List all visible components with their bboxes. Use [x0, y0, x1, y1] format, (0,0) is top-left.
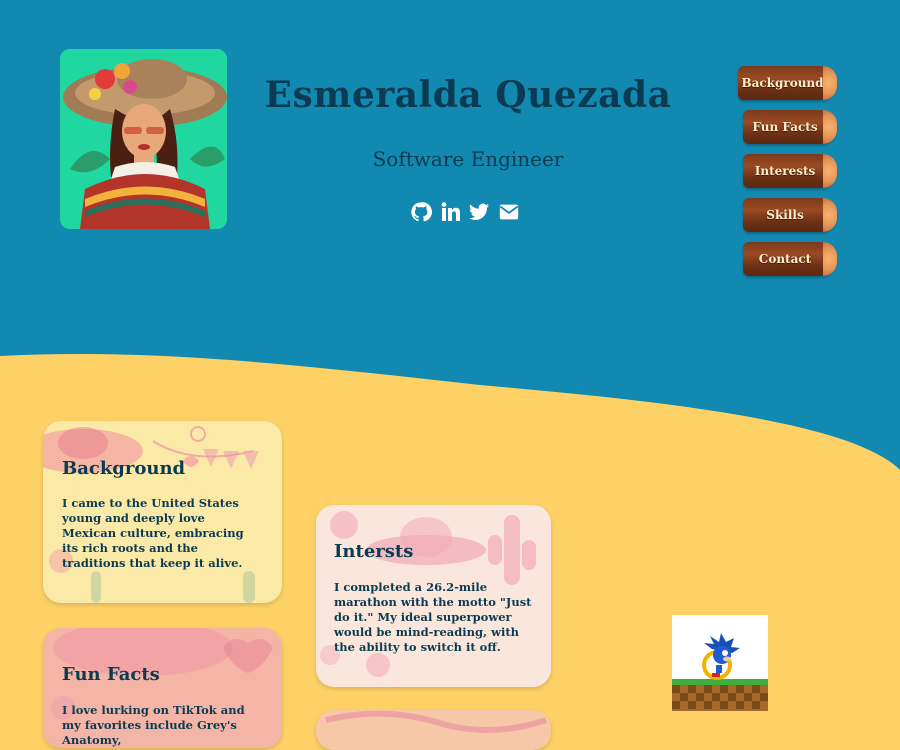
nav-skills-button[interactable]: Skills — [743, 198, 837, 232]
card-text: I completed a 26.2-mile marathon with th… — [334, 580, 532, 654]
avatar — [60, 49, 227, 229]
card-text: I love lurking on TikTok and my favorite… — [62, 703, 245, 747]
page-title: Esmeralda Quezada — [264, 74, 672, 116]
skills-card — [316, 710, 551, 750]
nav-label: Background — [741, 76, 824, 90]
twitter-icon[interactable] — [468, 201, 490, 223]
page-subtitle: Software Engineer — [372, 147, 564, 171]
linkedin-icon[interactable] — [440, 201, 460, 223]
portrait-avatar-icon — [60, 49, 227, 229]
card-title: Intersts — [334, 541, 414, 562]
nav-label: Contact — [758, 252, 812, 266]
email-icon[interactable] — [498, 201, 520, 223]
sonic-game-widget[interactable] — [672, 615, 768, 711]
card-title: Fun Facts — [62, 664, 160, 685]
sonic-character-icon — [672, 615, 768, 711]
nav-label: Skills — [766, 208, 804, 222]
social-links — [410, 198, 520, 226]
card-text: I came to the United States young and de… — [62, 496, 244, 570]
card-title: Background — [62, 458, 186, 479]
background-card: Background I came to the United States y… — [43, 421, 282, 603]
nav-label: Fun Facts — [752, 120, 818, 134]
github-icon[interactable] — [410, 201, 432, 223]
nav-interests-button[interactable]: Interests — [743, 154, 837, 188]
nav-label: Interests — [754, 164, 816, 178]
nav-fun-facts-button[interactable]: Fun Facts — [743, 110, 837, 144]
nav-contact-button[interactable]: Contact — [743, 242, 837, 276]
interests-card: Intersts I completed a 26.2-mile maratho… — [316, 505, 551, 687]
pattern-decoration — [325, 710, 547, 733]
fun-facts-card: Fun Facts I love lurking on TikTok and m… — [43, 628, 282, 748]
nav-background-button[interactable]: Background — [738, 66, 837, 100]
